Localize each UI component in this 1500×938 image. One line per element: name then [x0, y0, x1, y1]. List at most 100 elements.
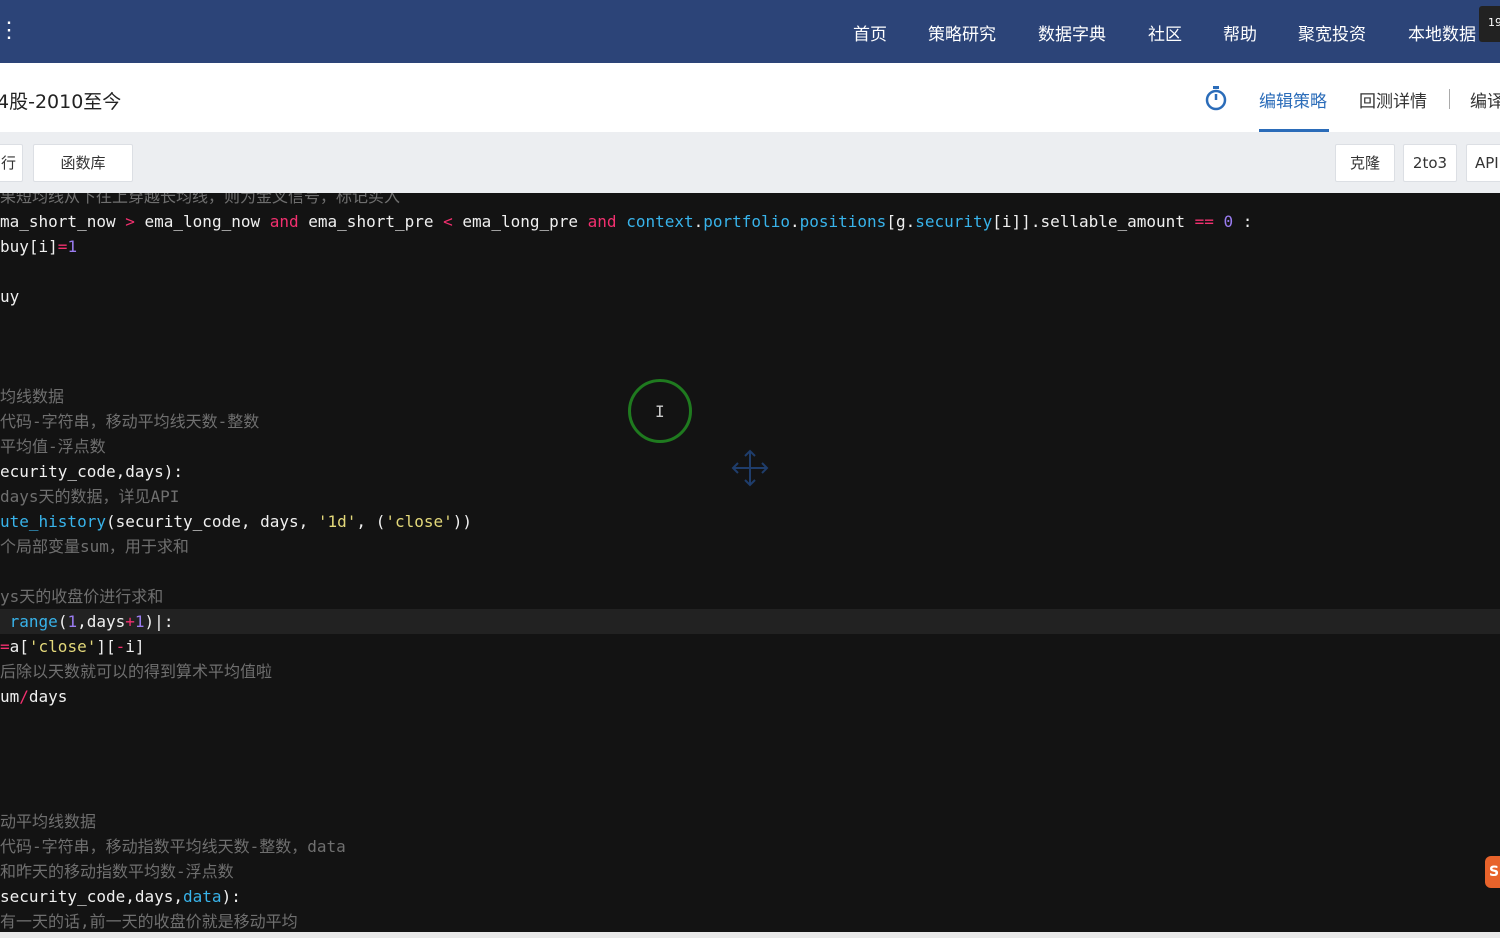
nav-data-dictionary[interactable]: 数据字典	[1038, 20, 1106, 45]
stopwatch-icon[interactable]	[1204, 85, 1228, 115]
strategy-title: 4股-2010至今	[0, 91, 122, 113]
code-line[interactable]: 后除以天数就可以的得到算术平均值啦	[0, 659, 272, 684]
code-token: '1d'	[317, 512, 357, 531]
code-line[interactable]: 和昨天的移动指数平均数-浮点数	[0, 859, 234, 884]
code-token: uy	[0, 287, 20, 306]
code-token: 有一天的话,前一天的收盘价就是移动平均	[0, 912, 298, 931]
code-token: data	[183, 887, 222, 906]
tab-compile[interactable]: 编译	[1470, 87, 1500, 112]
code-token: range	[9, 612, 58, 631]
code-line[interactable]: days天的数据，详见API	[0, 484, 179, 509]
code-token: +	[125, 612, 135, 631]
code-token: a[	[9, 637, 29, 656]
code-line[interactable]: ecurity_code,days):	[0, 459, 183, 484]
code-line[interactable]: range(1,days+1)|:	[0, 609, 174, 634]
nav-joinquant-invest[interactable]: 聚宽投资	[1298, 20, 1366, 45]
code-token: 平均值-浮点数	[0, 437, 106, 456]
api-button[interactable]: API	[1466, 144, 1500, 182]
code-token: buy[i]	[0, 237, 58, 256]
code-line[interactable]: 果短均线从下往上穿越长均线，则为金叉信号，标记买入	[0, 193, 400, 209]
tab-divider	[1449, 89, 1450, 109]
code-token: ma_short_now	[0, 212, 126, 231]
run-button[interactable]: 行	[0, 144, 23, 182]
code-token: [g.	[886, 212, 916, 231]
code-token: ,days	[77, 612, 126, 631]
code-token: context	[626, 212, 694, 231]
code-token: 1	[67, 237, 78, 256]
clone-button[interactable]: 克隆	[1335, 144, 1395, 182]
code-token: =	[57, 237, 68, 256]
code-token: ):	[221, 887, 241, 906]
code-token: (	[57, 612, 68, 631]
code-line[interactable]: 动平均线数据	[0, 809, 96, 834]
code-line[interactable]: 均线数据	[0, 384, 64, 409]
code-token: ema_short_pre	[298, 212, 444, 231]
top-navigation-bar: ⋮ 首页 策略研究 数据字典 社区 帮助 聚宽投资 本地数据 19	[0, 0, 1500, 63]
sogou-input-icon[interactable]: S	[1485, 856, 1500, 888]
code-editor[interactable]: 果短均线从下往上穿越长均线，则为金叉信号，标记买入 ma_short_now > …	[0, 193, 1500, 932]
code-token: -	[115, 637, 126, 656]
code-token: 代码-字符串，移动指数平均线天数-整数，data	[0, 837, 346, 856]
code-token: ==	[1194, 212, 1214, 231]
code-token: ute_history	[0, 512, 106, 531]
text-cursor-icon: I	[655, 402, 665, 421]
code-line[interactable]: um/days	[0, 684, 67, 709]
code-token: =	[0, 637, 10, 656]
code-token: and	[269, 212, 299, 231]
code-token: .	[789, 212, 800, 231]
code-line[interactable]: ute_history(security_code, days, '1d', (…	[0, 509, 472, 534]
code-token: [i]].	[992, 212, 1041, 231]
nav-help[interactable]: 帮助	[1223, 20, 1257, 45]
code-line[interactable]: security_code,days,data):	[0, 884, 241, 909]
code-token: , (	[356, 512, 386, 531]
code-token: ema_long_now	[134, 212, 270, 231]
code-line[interactable]: 个局部变量sum，用于求和	[0, 534, 189, 559]
nav-local-data[interactable]: 本地数据	[1408, 20, 1476, 45]
code-token: security_code,days,	[0, 887, 184, 906]
function-library-button[interactable]: 函数库	[33, 144, 133, 182]
code-token: (security_code, days,	[105, 512, 318, 531]
code-line[interactable]: ma_short_now > ema_long_now and ema_shor…	[0, 209, 1252, 234]
code-token: <	[443, 212, 453, 231]
code-token: 0	[1223, 212, 1234, 231]
code-token: ema_long_pre	[452, 212, 588, 231]
code-line[interactable]: uy	[0, 284, 19, 309]
code-token: :	[1233, 212, 1253, 231]
code-token: and	[587, 212, 617, 231]
code-token: positions	[799, 212, 887, 231]
code-line[interactable]: 有一天的话,前一天的收盘价就是移动平均	[0, 909, 298, 932]
2to3-button[interactable]: 2to3	[1403, 144, 1457, 182]
code-token: 均线数据	[0, 387, 65, 406]
code-token: i]	[125, 637, 145, 656]
code-token: 1	[134, 612, 145, 631]
nav-home[interactable]: 首页	[853, 20, 887, 45]
bottom-scrollbar[interactable]	[0, 932, 1500, 938]
editor-toolbar: 行 函数库 克隆 2to3 API	[0, 132, 1500, 193]
code-token: ))	[452, 512, 473, 531]
code-token: )|:	[144, 612, 174, 631]
code-token: 和昨天的移动指数平均数-浮点数	[0, 862, 234, 881]
nav-strategy-research[interactable]: 策略研究	[928, 20, 996, 45]
code-line[interactable]: 代码-字符串，移动指数平均线天数-整数，data	[0, 834, 346, 859]
menu-icon[interactable]: ⋮	[0, 18, 20, 43]
code-token: 1	[67, 612, 78, 631]
code-line[interactable]: ys天的收盘价进行求和	[0, 584, 163, 609]
tab-edit-strategy[interactable]: 编辑策略	[1259, 87, 1327, 112]
code-token: portfolio	[703, 212, 790, 231]
code-line[interactable]: buy[i]=1	[0, 234, 77, 259]
code-token: ecurity_code,days):	[0, 462, 184, 481]
code-token: /	[19, 687, 29, 706]
code-line[interactable]: 平均值-浮点数	[0, 434, 106, 459]
move-cursor-icon	[730, 448, 770, 492]
code-token: ][	[96, 637, 116, 656]
code-token: >	[125, 212, 135, 231]
code-token: days	[28, 687, 68, 706]
tab-backtest-details[interactable]: 回测详情	[1359, 87, 1427, 112]
nav-community[interactable]: 社区	[1148, 20, 1182, 45]
current-line-highlight	[0, 609, 1500, 634]
code-line[interactable]: 代码-字符串，移动平均线天数-整数	[0, 409, 259, 434]
code-token: .	[693, 212, 704, 231]
code-line[interactable]: =a['close'][-i]	[0, 634, 145, 659]
code-token: um	[0, 687, 20, 706]
